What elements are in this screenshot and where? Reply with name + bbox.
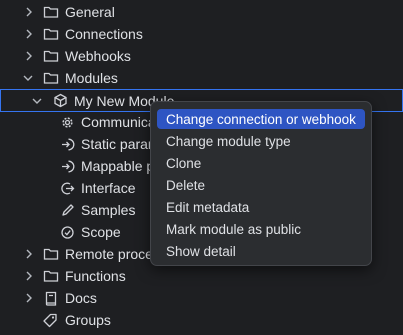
chevron-down-icon[interactable] (23, 73, 33, 83)
module-cube-icon (52, 93, 68, 109)
tree-item-functions[interactable]: Functions (0, 265, 403, 287)
chevron-right-icon[interactable] (24, 51, 34, 61)
chevron-right-icon[interactable] (24, 7, 34, 17)
tag-icon (42, 312, 58, 328)
folder-icon (43, 268, 59, 284)
tree-item-label: Mappable p (81, 158, 155, 174)
menu-item-edit-metadata[interactable]: Edit metadata (157, 197, 365, 217)
menu-item-mark-module-as-public[interactable]: Mark module as public (157, 219, 365, 239)
book-icon (43, 290, 59, 306)
chevron-right-icon[interactable] (24, 293, 34, 303)
tree-item-modules[interactable]: Modules (0, 67, 403, 89)
folder-icon (43, 4, 59, 20)
tree-item-groups[interactable]: Groups (0, 309, 403, 331)
folder-icon (43, 246, 59, 262)
tree-item-label: Connections (65, 26, 143, 42)
tree-item-docs[interactable]: Docs (0, 287, 403, 309)
tree-item-label: Interface (81, 180, 136, 196)
check-circle-icon (59, 224, 75, 240)
folder-icon (43, 70, 59, 86)
chevron-right-icon[interactable] (24, 29, 34, 39)
menu-item-show-detail[interactable]: Show detail (157, 241, 365, 261)
project-tree: General Connections Webhooks Modules My … (0, 0, 403, 335)
tree-item-label: Webhooks (65, 48, 131, 64)
chevron-right-icon[interactable] (24, 249, 34, 259)
arrow-in-circle-icon (59, 136, 75, 152)
tree-item-label: Static paran (81, 136, 156, 152)
folder-icon (43, 26, 59, 42)
chevron-right-icon[interactable] (24, 271, 34, 281)
menu-item-clone[interactable]: Clone (157, 153, 365, 173)
chevron-down-icon[interactable] (32, 96, 42, 106)
menu-item-change-connection-or-webhook[interactable]: Change connection or webhook (157, 109, 365, 129)
folder-icon (43, 48, 59, 64)
tree-item-label: Communica (81, 114, 156, 130)
tree-item-label: Samples (81, 202, 136, 218)
tree-item-webhooks[interactable]: Webhooks (0, 45, 403, 67)
gear-icon (59, 114, 75, 130)
pen-icon (59, 202, 75, 218)
menu-item-delete[interactable]: Delete (157, 175, 365, 195)
tree-item-connections[interactable]: Connections (0, 23, 403, 45)
tree-item-label: Scope (81, 224, 121, 240)
arrow-in-circle-icon (59, 158, 75, 174)
arrow-out-circle-icon (59, 180, 75, 196)
tree-item-label: Modules (65, 70, 118, 86)
menu-item-change-module-type[interactable]: Change module type (157, 131, 365, 151)
tree-item-label: Groups (65, 312, 111, 328)
tree-item-label: Docs (65, 290, 97, 306)
tree-item-general[interactable]: General (0, 1, 403, 23)
tree-item-label: General (65, 4, 115, 20)
context-menu: Change connection or webhook Change modu… (150, 101, 372, 266)
tree-item-label: Functions (65, 268, 126, 284)
tree-item-label: Remote proce (65, 246, 153, 262)
